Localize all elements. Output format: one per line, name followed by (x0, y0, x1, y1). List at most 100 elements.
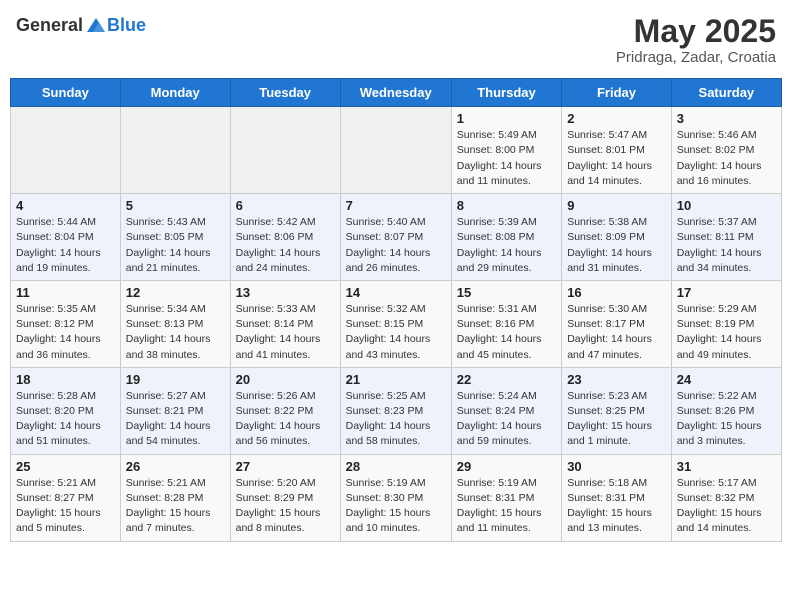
subtitle: Pridraga, Zadar, Croatia (616, 49, 776, 66)
day-info: Sunrise: 5:20 AMSunset: 8:29 PMDaylight:… (236, 476, 335, 537)
day-number: 24 (677, 372, 776, 387)
week-row-3: 11 Sunrise: 5:35 AMSunset: 8:12 PMDayligh… (11, 280, 782, 367)
day-number: 8 (457, 198, 556, 213)
calendar-cell: 20 Sunrise: 5:26 AMSunset: 8:22 PMDayligh… (230, 367, 340, 454)
header-day-sunday: Sunday (11, 79, 121, 107)
day-info: Sunrise: 5:31 AMSunset: 8:16 PMDaylight:… (457, 302, 556, 363)
calendar-cell: 19 Sunrise: 5:27 AMSunset: 8:21 PMDayligh… (120, 367, 230, 454)
day-number: 13 (236, 285, 335, 300)
calendar-cell: 22 Sunrise: 5:24 AMSunset: 8:24 PMDayligh… (451, 367, 561, 454)
calendar-cell: 15 Sunrise: 5:31 AMSunset: 8:16 PMDayligh… (451, 280, 561, 367)
header-day-saturday: Saturday (671, 79, 781, 107)
calendar-cell: 27Sunrise: 5:20 AMSunset: 8:29 PMDayligh… (230, 454, 340, 541)
day-info: Sunrise: 5:25 AMSunset: 8:23 PMDaylight:… (346, 389, 446, 450)
calendar-cell: 7 Sunrise: 5:40 AMSunset: 8:07 PMDaylight… (340, 194, 451, 281)
calendar-body: 1 Sunrise: 5:49 AMSunset: 8:00 PMDaylight… (11, 107, 782, 541)
calendar-cell: 28 Sunrise: 5:19 AMSunset: 8:30 PMDayligh… (340, 454, 451, 541)
calendar-cell: 17Sunrise: 5:29 AMSunset: 8:19 PMDayligh… (671, 280, 781, 367)
calendar-cell: 26 Sunrise: 5:21 AMSunset: 8:28 PMDayligh… (120, 454, 230, 541)
day-info: Sunrise: 5:30 AMSunset: 8:17 PMDaylight:… (567, 302, 666, 363)
day-info: Sunrise: 5:33 AMSunset: 8:14 PMDaylight:… (236, 302, 335, 363)
calendar-cell: 1 Sunrise: 5:49 AMSunset: 8:00 PMDaylight… (451, 107, 561, 194)
calendar-cell: 31Sunrise: 5:17 AMSunset: 8:32 PMDayligh… (671, 454, 781, 541)
calendar-cell: 12Sunrise: 5:34 AMSunset: 8:13 PMDayligh… (120, 280, 230, 367)
day-info: Sunrise: 5:32 AMSunset: 8:15 PMDaylight:… (346, 302, 446, 363)
day-number: 9 (567, 198, 666, 213)
day-info: Sunrise: 5:44 AMSunset: 8:04 PMDaylight:… (16, 215, 115, 276)
day-info: Sunrise: 5:43 AMSunset: 8:05 PMDaylight:… (126, 215, 225, 276)
page-header: General Blue May 2025 Pridraga, Zadar, C… (10, 10, 782, 70)
day-number: 1 (457, 111, 556, 126)
day-info: Sunrise: 5:28 AMSunset: 8:20 PMDaylight:… (16, 389, 115, 450)
week-row-2: 4 Sunrise: 5:44 AMSunset: 8:04 PMDaylight… (11, 194, 782, 281)
day-number: 26 (126, 459, 225, 474)
day-number: 4 (16, 198, 115, 213)
calendar-cell: 4 Sunrise: 5:44 AMSunset: 8:04 PMDaylight… (11, 194, 121, 281)
day-number: 2 (567, 111, 666, 126)
day-number: 25 (16, 459, 115, 474)
day-number: 28 (346, 459, 446, 474)
day-number: 7 (346, 198, 446, 213)
day-info: Sunrise: 5:34 AMSunset: 8:13 PMDaylight:… (126, 302, 225, 363)
calendar-cell: 29Sunrise: 5:19 AMSunset: 8:31 PMDayligh… (451, 454, 561, 541)
day-info: Sunrise: 5:38 AMSunset: 8:09 PMDaylight:… (567, 215, 666, 276)
day-info: Sunrise: 5:27 AMSunset: 8:21 PMDaylight:… (126, 389, 225, 450)
day-info: Sunrise: 5:19 AMSunset: 8:31 PMDaylight:… (457, 476, 556, 537)
day-number: 23 (567, 372, 666, 387)
day-info: Sunrise: 5:22 AMSunset: 8:26 PMDaylight:… (677, 389, 776, 450)
day-number: 6 (236, 198, 335, 213)
day-number: 17 (677, 285, 776, 300)
calendar-cell: 21 Sunrise: 5:25 AMSunset: 8:23 PMDayligh… (340, 367, 451, 454)
day-info: Sunrise: 5:49 AMSunset: 8:00 PMDaylight:… (457, 128, 556, 189)
day-number: 3 (677, 111, 776, 126)
calendar-cell: 23 Sunrise: 5:23 AMSunset: 8:25 PMDayligh… (562, 367, 672, 454)
week-row-5: 25 Sunrise: 5:21 AMSunset: 8:27 PMDayligh… (11, 454, 782, 541)
day-info: Sunrise: 5:37 AMSunset: 8:11 PMDaylight:… (677, 215, 776, 276)
calendar-cell: 3 Sunrise: 5:46 AMSunset: 8:02 PMDaylight… (671, 107, 781, 194)
header-day-thursday: Thursday (451, 79, 561, 107)
day-number: 10 (677, 198, 776, 213)
title-block: May 2025 Pridraga, Zadar, Croatia (616, 14, 776, 66)
day-number: 21 (346, 372, 446, 387)
day-info: Sunrise: 5:35 AMSunset: 8:12 PMDaylight:… (16, 302, 115, 363)
day-info: Sunrise: 5:26 AMSunset: 8:22 PMDaylight:… (236, 389, 335, 450)
header-row: SundayMondayTuesdayWednesdayThursdayFrid… (11, 79, 782, 107)
calendar-cell: 11 Sunrise: 5:35 AMSunset: 8:12 PMDayligh… (11, 280, 121, 367)
calendar-cell: 6 Sunrise: 5:42 AMSunset: 8:06 PMDaylight… (230, 194, 340, 281)
week-row-1: 1 Sunrise: 5:49 AMSunset: 8:00 PMDaylight… (11, 107, 782, 194)
calendar-cell (340, 107, 451, 194)
logo-blue: Blue (107, 15, 146, 36)
calendar-cell: 13 Sunrise: 5:33 AMSunset: 8:14 PMDayligh… (230, 280, 340, 367)
day-info: Sunrise: 5:47 AMSunset: 8:01 PMDaylight:… (567, 128, 666, 189)
day-info: Sunrise: 5:21 AMSunset: 8:27 PMDaylight:… (16, 476, 115, 537)
day-number: 16 (567, 285, 666, 300)
day-number: 14 (346, 285, 446, 300)
day-number: 19 (126, 372, 225, 387)
week-row-4: 18Sunrise: 5:28 AMSunset: 8:20 PMDayligh… (11, 367, 782, 454)
day-info: Sunrise: 5:23 AMSunset: 8:25 PMDaylight:… (567, 389, 666, 450)
day-info: Sunrise: 5:17 AMSunset: 8:32 PMDaylight:… (677, 476, 776, 537)
day-info: Sunrise: 5:21 AMSunset: 8:28 PMDaylight:… (126, 476, 225, 537)
day-info: Sunrise: 5:19 AMSunset: 8:30 PMDaylight:… (346, 476, 446, 537)
header-day-friday: Friday (562, 79, 672, 107)
logo-general: General (16, 15, 83, 36)
calendar-cell: 24 Sunrise: 5:22 AMSunset: 8:26 PMDayligh… (671, 367, 781, 454)
day-number: 11 (16, 285, 115, 300)
calendar-cell: 14 Sunrise: 5:32 AMSunset: 8:15 PMDayligh… (340, 280, 451, 367)
day-number: 20 (236, 372, 335, 387)
day-number: 5 (126, 198, 225, 213)
day-number: 22 (457, 372, 556, 387)
calendar-cell (230, 107, 340, 194)
day-info: Sunrise: 5:40 AMSunset: 8:07 PMDaylight:… (346, 215, 446, 276)
calendar-cell: 16 Sunrise: 5:30 AMSunset: 8:17 PMDayligh… (562, 280, 672, 367)
calendar-cell: 10 Sunrise: 5:37 AMSunset: 8:11 PMDayligh… (671, 194, 781, 281)
day-info: Sunrise: 5:46 AMSunset: 8:02 PMDaylight:… (677, 128, 776, 189)
day-info: Sunrise: 5:42 AMSunset: 8:06 PMDaylight:… (236, 215, 335, 276)
calendar-cell: 18Sunrise: 5:28 AMSunset: 8:20 PMDayligh… (11, 367, 121, 454)
day-number: 15 (457, 285, 556, 300)
calendar-table: SundayMondayTuesdayWednesdayThursdayFrid… (10, 78, 782, 541)
calendar-cell (11, 107, 121, 194)
day-number: 30 (567, 459, 666, 474)
calendar-cell: 9 Sunrise: 5:38 AMSunset: 8:09 PMDaylight… (562, 194, 672, 281)
day-info: Sunrise: 5:24 AMSunset: 8:24 PMDaylight:… (457, 389, 556, 450)
